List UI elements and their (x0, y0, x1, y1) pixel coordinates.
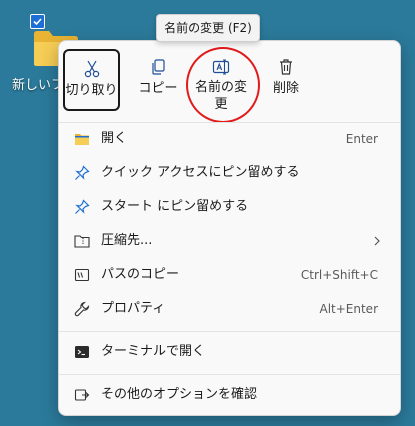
copy-icon (152, 59, 165, 75)
folder-open-icon (75, 134, 89, 145)
copy-path-shortcut: Ctrl+Shift+C (300, 268, 378, 282)
cut-button[interactable]: 切り取り (63, 49, 120, 111)
chevron-right-icon (374, 236, 380, 246)
copy-button[interactable]: コピー (134, 49, 182, 111)
zip-folder-icon (74, 235, 90, 248)
divider (59, 374, 400, 375)
compress-label: 圧縮先... (101, 233, 153, 248)
menu-item-pin-quick-access[interactable]: クイック アクセスにピン留めする (63, 157, 396, 189)
cut-label: 切り取り (65, 83, 118, 98)
divider (59, 331, 400, 332)
pin-start-label: スタート にピン留めする (101, 199, 249, 214)
rename-icon (212, 59, 230, 75)
pin-icon (75, 165, 90, 180)
rename-label-line1: 名前の変 (194, 80, 247, 95)
selection-checkbox[interactable] (30, 14, 45, 29)
copy-path-label: パスのコピー (101, 267, 180, 282)
wrench-icon (74, 301, 90, 317)
properties-shortcut: Alt+Enter (319, 302, 378, 316)
terminal-icon (75, 346, 89, 358)
menu-item-copy-path[interactable]: パスのコピー Ctrl+Shift+C (63, 259, 396, 291)
more-options-label: その他のオプションを確認 (101, 387, 258, 402)
scissors-icon (84, 60, 99, 78)
rename-tooltip: 名前の変更 (F2) (156, 14, 260, 42)
menu-item-more-options[interactable]: その他のオプションを確認 (63, 379, 396, 411)
rename-button[interactable]: 名前の変 更 (191, 49, 251, 113)
rename-label: 名前の変 更 (191, 79, 251, 113)
pin-icon (75, 199, 90, 214)
open-shortcut: Enter (345, 132, 378, 146)
terminal-label: ターミナルで開く (101, 344, 206, 359)
menu-item-pin-start[interactable]: スタート にピン留めする (63, 191, 396, 223)
copy-path-icon (74, 268, 90, 282)
menu-item-properties[interactable]: プロパティ Alt+Enter (63, 293, 396, 325)
context-toolbar: 切り取り コピー 名前の変 更 削除 (59, 41, 400, 123)
pin-quick-label: クイック アクセスにピン留めする (101, 165, 300, 180)
rename-label-line2: 更 (214, 97, 228, 112)
open-label: 開く (101, 131, 128, 146)
delete-label: 削除 (272, 81, 299, 96)
properties-label: プロパティ (101, 301, 166, 316)
trash-icon (280, 59, 292, 75)
copy-label: コピー (138, 81, 178, 96)
menu-item-open[interactable]: 開く Enter (63, 123, 396, 155)
menu-item-compress[interactable]: 圧縮先... (63, 225, 396, 257)
delete-button[interactable]: 削除 (266, 49, 306, 111)
context-menu: 切り取り コピー 名前の変 更 削除 開く Enter クイック アクセスにピン… (58, 40, 401, 416)
more-options-icon (74, 389, 90, 401)
menu-item-terminal[interactable]: ターミナルで開く (63, 336, 396, 368)
